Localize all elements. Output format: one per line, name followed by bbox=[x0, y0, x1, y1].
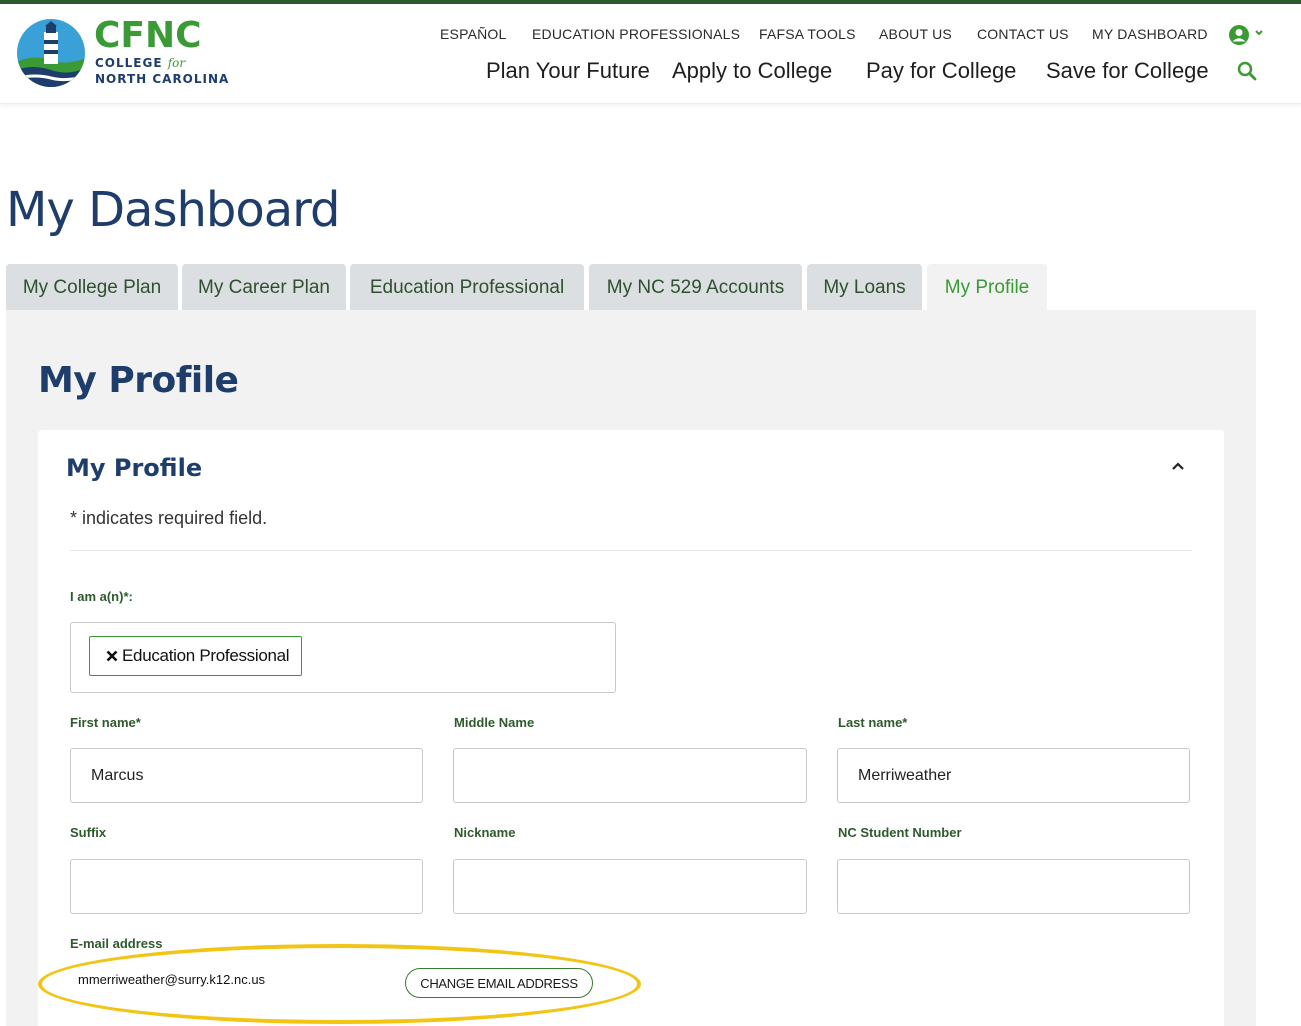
close-icon[interactable] bbox=[106, 650, 118, 662]
chevron-up-icon[interactable] bbox=[1166, 454, 1190, 478]
required-field-note: * indicates required field. bbox=[70, 508, 268, 528]
suffix-field[interactable] bbox=[70, 859, 423, 914]
logo-college-text: COLLEGE bbox=[95, 56, 163, 70]
utility-link-fafsa-tools[interactable]: FAFSA TOOLS bbox=[759, 26, 856, 42]
divider bbox=[70, 550, 1192, 551]
card-title: My Profile bbox=[66, 454, 203, 482]
email-address-value: mmerriweather@surry.k12.nc.us bbox=[78, 972, 266, 987]
middle-name-label: Middle Name bbox=[454, 715, 535, 730]
suffix-label: Suffix bbox=[70, 825, 107, 840]
nickname-field[interactable] bbox=[453, 859, 807, 914]
nc-student-number-field[interactable] bbox=[837, 859, 1190, 914]
tab-my-career-plan[interactable]: My Career Plan bbox=[182, 264, 346, 311]
last-name-label: Last name* bbox=[838, 715, 908, 730]
nav-apply-to-college[interactable]: Apply to College bbox=[672, 58, 832, 84]
profile-panel: My Profile My Profile * indicates requir… bbox=[6, 310, 1256, 1026]
nav-pay-for-college[interactable]: Pay for College bbox=[866, 58, 1016, 84]
role-chip-education-professional[interactable]: Education Professional bbox=[89, 636, 303, 676]
search-icon[interactable] bbox=[1236, 60, 1258, 82]
role-chip-label: Education Professional bbox=[122, 646, 290, 665]
utility-link-my-dashboard[interactable]: MY DASHBOARD bbox=[1092, 26, 1208, 42]
tab-my-nc-529-accounts[interactable]: My NC 529 Accounts bbox=[589, 264, 802, 311]
page-title: My Dashboard bbox=[6, 182, 340, 238]
role-multiselect[interactable]: Education Professional bbox=[70, 622, 616, 693]
tab-my-profile[interactable]: My Profile bbox=[927, 264, 1047, 311]
profile-card: My Profile * indicates required field. I… bbox=[38, 430, 1224, 1026]
nav-plan-your-future[interactable]: Plan Your Future bbox=[486, 58, 650, 84]
middle-name-field[interactable] bbox=[453, 748, 807, 803]
utility-link-contact-us[interactable]: CONTACT US bbox=[977, 26, 1069, 42]
site-header: CFNC COLLEGE for NORTH CAROLINA ESPAÑOL … bbox=[0, 4, 1301, 104]
email-label: E-mail address bbox=[70, 936, 163, 951]
logo-for-text: for bbox=[167, 56, 186, 70]
role-label: I am a(n)*: bbox=[70, 589, 133, 604]
chevron-down-icon bbox=[1255, 30, 1263, 36]
nav-save-for-college[interactable]: Save for College bbox=[1046, 58, 1209, 84]
last-name-field[interactable] bbox=[837, 748, 1190, 803]
first-name-label: First name* bbox=[70, 715, 141, 730]
user-circle-icon bbox=[1229, 25, 1249, 45]
account-menu-button[interactable] bbox=[1228, 24, 1268, 48]
change-email-button[interactable]: CHANGE EMAIL ADDRESS bbox=[405, 968, 593, 998]
tab-my-loans[interactable]: My Loans bbox=[807, 264, 922, 311]
utility-nav: ESPAÑOL EDUCATION PROFESSIONALS FAFSA TO… bbox=[0, 26, 1301, 46]
panel-title: My Profile bbox=[38, 360, 239, 401]
utility-link-education-professionals[interactable]: EDUCATION PROFESSIONALS bbox=[532, 26, 740, 42]
tab-education-professional[interactable]: Education Professional bbox=[350, 264, 584, 311]
utility-link-about-us[interactable]: ABOUT US bbox=[879, 26, 952, 42]
tab-my-college-plan[interactable]: My College Plan bbox=[6, 264, 178, 311]
first-name-field[interactable] bbox=[70, 748, 423, 803]
nc-student-number-label: NC Student Number bbox=[838, 825, 962, 840]
logo-subtitle-line2: NORTH CAROLINA bbox=[95, 72, 230, 86]
logo-subtitle-line1: COLLEGE for bbox=[95, 56, 185, 70]
nickname-label: Nickname bbox=[454, 825, 516, 840]
utility-link-espanol[interactable]: ESPAÑOL bbox=[440, 26, 507, 42]
